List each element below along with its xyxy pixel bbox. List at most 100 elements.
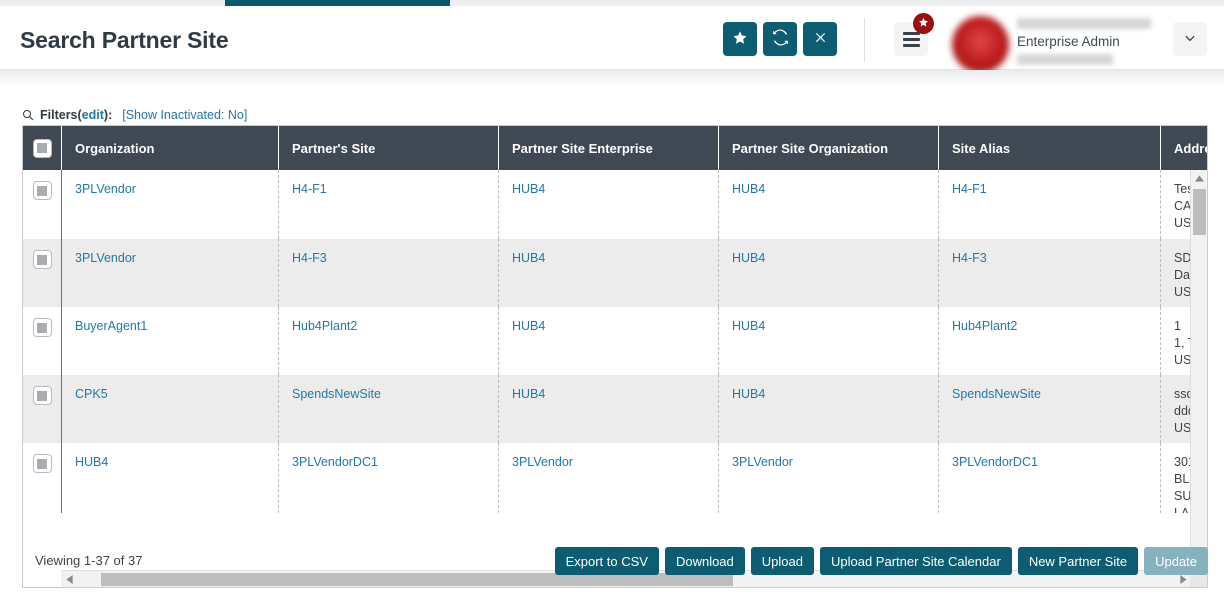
link-organization[interactable]: CPK5	[75, 387, 108, 401]
cell-site-alias: H4-F3	[938, 239, 1160, 307]
column-header-address[interactable]: Address	[1160, 126, 1207, 170]
favorite-button[interactable]	[723, 22, 757, 56]
cell-partner-site-enterprise: HUB4	[498, 307, 718, 375]
chevron-down-icon	[1183, 31, 1197, 48]
cell-partners-site: H4-F3	[278, 239, 498, 307]
cell-partner-site-enterprise: 3PLVendor	[498, 443, 718, 513]
select-all-checkbox[interactable]	[32, 138, 52, 158]
cell-partner-site-organization: HUB4	[718, 375, 938, 443]
row-checkbox-cell	[23, 375, 61, 443]
download-button[interactable]: Download	[664, 547, 745, 575]
table-row[interactable]: 3PLVendorH4-F1HUB4HUB4H4-F1TestCA, CUS	[23, 170, 1207, 239]
link-partners-site[interactable]: Hub4Plant2	[292, 319, 357, 333]
column-header-partner-s-site[interactable]: Partner's Site	[278, 126, 498, 170]
cell-partner-site-enterprise: HUB4	[498, 375, 718, 443]
close-button[interactable]	[803, 22, 837, 56]
row-checkbox[interactable]	[32, 318, 52, 337]
cell-partners-site: H4-F1	[278, 170, 498, 239]
cell-partner-site-organization: HUB4	[718, 170, 938, 239]
row-checkbox[interactable]	[32, 250, 52, 269]
upload-partner-site-calendar-button[interactable]: Upload Partner Site Calendar	[819, 547, 1012, 575]
table-row[interactable]: 3PLVendorH4-F3HUB4HUB4H4-F3SDSDDallaUS	[23, 239, 1207, 307]
row-checkbox-cell	[23, 443, 61, 513]
cell-partner-site-enterprise: HUB4	[498, 170, 718, 239]
column-header-organization[interactable]: Organization	[61, 126, 278, 170]
column-header-partner-site-enterprise[interactable]: Partner Site Enterprise	[498, 126, 718, 170]
link-partner-site-enterprise[interactable]: HUB4	[512, 251, 545, 265]
user-name-redacted	[1017, 18, 1151, 29]
column-header-partner-site-organization[interactable]: Partner Site Organization	[718, 126, 938, 170]
content-top-shadow	[0, 70, 1224, 86]
link-partner-site-enterprise[interactable]: HUB4	[512, 387, 545, 401]
action-buttons-bar: Export to CSV Download Upload Upload Partne…	[554, 547, 1208, 575]
menu-star-badge	[913, 13, 934, 34]
link-partner-site-organization[interactable]: HUB4	[732, 319, 765, 333]
row-checkbox-cell	[23, 170, 61, 239]
vertical-scrollbar[interactable]	[1190, 170, 1207, 587]
filter-bar: Filters ( edit ): [Show Inactivated: No]	[22, 108, 247, 122]
user-info: Enterprise Admin	[1017, 16, 1167, 65]
vertical-scrollbar-thumb[interactable]	[1193, 189, 1206, 235]
table-row[interactable]: CPK5 SpendsNewSite HUB4 HUB4 SpendsNewSite ss…	[23, 375, 1207, 443]
link-partners-site[interactable]: 3PLVendorDC1	[292, 455, 378, 469]
content-area: Filters ( edit ): [Show Inactivated: No]…	[0, 70, 1224, 595]
column-header-site-alias[interactable]: Site Alias	[938, 126, 1160, 170]
link-organization[interactable]: 3PLVendor	[75, 251, 136, 265]
link-partner-site-enterprise[interactable]: 3PLVendor	[512, 455, 573, 469]
link-organization[interactable]: 3PLVendor	[75, 182, 136, 196]
link-site-alias[interactable]: H4-F1	[952, 182, 987, 196]
new-partner-site-button[interactable]: New Partner Site	[1017, 547, 1139, 575]
cell-partner-site-organization: HUB4	[718, 239, 938, 307]
upload-button[interactable]: Upload	[750, 547, 814, 575]
export-to-csv-button[interactable]: Export to CSV	[554, 547, 659, 575]
link-partner-site-organization[interactable]: HUB4	[732, 182, 765, 196]
cell-partner-site-organization: HUB4	[718, 307, 938, 375]
link-site-alias[interactable]: 3PLVendorDC1	[952, 455, 1038, 469]
app-header: Search Partner Site Enterprise Admin	[0, 6, 1224, 73]
filters-colon: ):	[103, 108, 113, 122]
link-partners-site[interactable]: SpendsNewSite	[292, 387, 381, 401]
cell-partners-site: 3PLVendorDC1	[278, 443, 498, 513]
link-organization[interactable]: BuyerAgent1	[75, 319, 147, 333]
star-icon	[918, 15, 929, 33]
cell-partners-site: Hub4Plant2	[278, 307, 498, 375]
scroll-up-arrow-icon[interactable]	[1191, 170, 1207, 187]
user-role-label: Enterprise Admin	[1017, 34, 1120, 49]
scroll-left-arrow-icon[interactable]	[61, 571, 78, 587]
link-partner-site-enterprise[interactable]: HUB4	[512, 319, 545, 333]
link-partners-site[interactable]: H4-F3	[292, 251, 327, 265]
row-checkbox[interactable]	[32, 386, 52, 405]
cell-partner-site-organization: 3PLVendor	[718, 443, 938, 513]
link-partners-site[interactable]: H4-F1	[292, 182, 327, 196]
link-partner-site-organization[interactable]: HUB4	[732, 251, 765, 265]
cell-organization: BuyerAgent1	[61, 307, 278, 375]
link-site-alias[interactable]: SpendsNewSite	[952, 387, 1041, 401]
star-icon	[732, 30, 748, 49]
cell-organization: CPK5	[61, 375, 278, 443]
table-row[interactable]: HUB4 3PLVendorDC1 3PLVendor 3PLVendor 3PLVen…	[23, 443, 1207, 513]
cell-organization: 3PLVendor	[61, 239, 278, 307]
filter-show-inactivated-link[interactable]: [Show Inactivated: No]	[122, 108, 247, 122]
close-icon	[813, 30, 828, 48]
row-checkbox-cell	[23, 239, 61, 307]
cell-organization: 3PLVendor	[61, 170, 278, 239]
link-site-alias[interactable]: Hub4Plant2	[952, 319, 1017, 333]
cell-site-alias: Hub4Plant2	[938, 307, 1160, 375]
row-checkbox[interactable]	[32, 454, 52, 473]
row-checkbox[interactable]	[32, 181, 52, 200]
viewing-count-label: Viewing 1-37 of 37	[35, 553, 143, 568]
cell-site-alias: 3PLVendorDC1	[938, 443, 1160, 513]
cell-partners-site: SpendsNewSite	[278, 375, 498, 443]
link-site-alias[interactable]: H4-F3	[952, 251, 987, 265]
table-row[interactable]: BuyerAgent1 Hub4Plant2 HUB4 HUB4 Hub4Plant2 1…	[23, 307, 1207, 375]
grid-header-cells: Organization Partner's Site Partner Site E…	[61, 126, 1207, 170]
refresh-button[interactable]	[763, 22, 797, 56]
filters-edit-link[interactable]: edit	[82, 108, 104, 122]
results-grid: Organization Partner's Site Partner Site E…	[22, 125, 1208, 588]
link-partner-site-enterprise[interactable]: HUB4	[512, 182, 545, 196]
cell-site-alias: SpendsNewSite	[938, 375, 1160, 443]
link-partner-site-organization[interactable]: HUB4	[732, 387, 765, 401]
link-partner-site-organization[interactable]: 3PLVendor	[732, 455, 793, 469]
user-menu-toggle[interactable]	[1173, 22, 1207, 56]
link-organization[interactable]: HUB4	[75, 455, 108, 469]
